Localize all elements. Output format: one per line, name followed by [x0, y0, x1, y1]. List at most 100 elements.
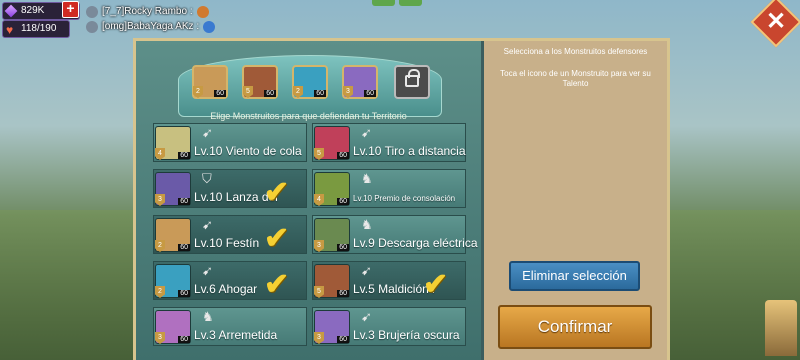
shield-icon: ⛉: [202, 171, 212, 186]
chat-line: [omg]BabaYaga AKz :: [86, 19, 216, 34]
talent-label: Lv.9 Descarga eléctrica: [353, 236, 478, 250]
monster-portrait[interactable]: 5 60: [314, 264, 350, 298]
monster-portrait[interactable]: 4 60: [155, 126, 191, 160]
monster-portrait[interactable]: 3 60: [314, 310, 350, 344]
star-badge: 2: [155, 286, 165, 298]
defender-slot[interactable]: 3 60: [342, 65, 378, 99]
monster-level: 60: [337, 244, 349, 251]
monster-level: 60: [178, 336, 190, 343]
horse-icon: ♞: [202, 309, 214, 324]
bow-icon: ➹: [361, 309, 372, 324]
talent-label: Lv.10 Festín: [194, 236, 260, 250]
star-badge: 3: [314, 240, 324, 252]
talent-label: Lv.10 Tiro a distancia: [353, 144, 466, 158]
chat-preview[interactable]: [7_7]Rocky Rambo : [omg]BabaYaga AKz :: [86, 4, 216, 34]
star-badge: 4: [314, 194, 324, 206]
monster-level: 60: [337, 198, 349, 205]
star-badge: 4: [155, 148, 165, 160]
monster-level: 60: [178, 244, 190, 251]
gem-value: 829K: [21, 5, 45, 16]
horse-icon: ♞: [361, 171, 373, 186]
monster-card[interactable]: 3 60 ♞ Lv.9 Descarga eléctrica: [312, 215, 478, 254]
monster-card[interactable]: 4 60 ➹ Lv.10 Viento de cola: [153, 123, 307, 162]
bow-icon: ➹: [361, 125, 372, 140]
monster-portrait[interactable]: 4 60: [314, 172, 350, 206]
talent-label: Lv.3 Brujería oscura: [353, 328, 460, 342]
monster-card[interactable]: 3 60 ➹ Lv.3 Brujería oscura: [312, 307, 466, 346]
clear-selection-button[interactable]: Eliminar selección: [509, 261, 640, 291]
defender-slot[interactable]: 2 60: [192, 65, 228, 99]
close-icon: ✕: [765, 8, 787, 35]
monster-portrait[interactable]: 5 60: [314, 126, 350, 160]
info-hint: Toca el icono de un Monstruito para ver …: [500, 69, 651, 88]
monster-portrait[interactable]: 3 60: [155, 310, 191, 344]
checkmark-icon: ✔: [264, 222, 290, 255]
monster-level: 60: [178, 198, 190, 205]
monster-list-area: 2 60 5 60 2 60 3 60 Elige Monstruitos para que …: [136, 41, 481, 360]
monster-portrait[interactable]: 3 60: [155, 172, 191, 206]
top-tabs: [372, 0, 422, 6]
chat-user: [omg]BabaYaga AKz :: [102, 21, 200, 32]
top-tab-2[interactable]: [399, 0, 422, 6]
talent-label: Lv.3 Arremetida: [194, 328, 278, 342]
locked-slot[interactable]: [394, 65, 430, 99]
info-title: Selecciona a los Monstruitos defensores: [503, 47, 648, 56]
bow-icon: ➹: [202, 263, 213, 278]
slot-level: 60: [314, 90, 326, 97]
star-badge: 3: [314, 332, 324, 344]
close-button[interactable]: ✕: [750, 0, 800, 48]
top-tab-1[interactable]: [372, 0, 395, 6]
horse-icon: ♞: [361, 217, 373, 232]
chat-emoji-icon: [203, 20, 216, 33]
chat-avatar-icon: [86, 5, 98, 18]
defender-panel: 2 60 5 60 2 60 3 60 Elige Monstruitos para que …: [133, 38, 670, 360]
monster-level: 60: [337, 290, 349, 297]
checkmark-icon: ✔: [423, 268, 449, 301]
gem-icon: [4, 4, 18, 18]
lock-icon: [405, 69, 420, 87]
monster-card[interactable]: 5 60 ➹ Lv.10 Tiro a distancia: [312, 123, 466, 162]
heart-icon: ♥: [6, 23, 14, 37]
confirm-button[interactable]: Confirmar: [498, 305, 652, 349]
monster-card[interactable]: 2 60 ➹ Lv.10 Festín ✔: [153, 215, 307, 254]
star-badge: 5: [314, 148, 324, 160]
talent-label: Lv.10 Viento de cola: [194, 144, 302, 158]
star-badge: 5: [243, 86, 253, 98]
chat-emoji-icon: [196, 5, 209, 18]
monster-card[interactable]: 2 60 ➹ Lv.6 Ahogar ✔: [153, 261, 307, 300]
add-gems-button[interactable]: +: [62, 1, 79, 18]
star-badge: 2: [155, 240, 165, 252]
checkmark-icon: ✔: [264, 176, 290, 209]
star-badge: 3: [155, 332, 165, 344]
castle-icon[interactable]: [765, 300, 797, 356]
info-area: Selecciona a los Monstruitos defensores …: [484, 41, 667, 360]
instruction-text: Elige Monstruitos para que defiendan tu …: [210, 111, 407, 121]
monster-portrait[interactable]: 2 60: [155, 264, 191, 298]
star-badge: 2: [193, 86, 203, 98]
monster-card[interactable]: 3 60 ⛉ Lv.10 Lanza del ✔: [153, 169, 307, 208]
monster-card[interactable]: 3 60 ♞ Lv.3 Arremetida: [153, 307, 307, 346]
monster-portrait[interactable]: 2 60: [155, 218, 191, 252]
checkmark-icon: ✔: [264, 268, 290, 301]
monster-level: 60: [178, 152, 190, 159]
chat-user: [7_7]Rocky Rambo :: [102, 6, 193, 17]
stamina-value: 118/190: [21, 23, 57, 34]
talent-label: Lv.10 Premio de consolación: [353, 194, 456, 203]
defender-slot[interactable]: 5 60: [242, 65, 278, 99]
talent-label: Lv.6 Ahogar: [194, 282, 258, 296]
stamina-counter: ♥ 118/190: [2, 20, 70, 38]
slot-level: 60: [214, 90, 226, 97]
bow-icon: ➹: [202, 217, 213, 232]
star-badge: 5: [314, 286, 324, 298]
monster-card[interactable]: 5 60 ➹ Lv.5 Maldición i ✔: [312, 261, 466, 300]
monster-level: 60: [178, 290, 190, 297]
monster-level: 60: [337, 336, 349, 343]
star-badge: 2: [293, 86, 303, 98]
monster-portrait[interactable]: 3 60: [314, 218, 350, 252]
slot-level: 60: [264, 90, 276, 97]
bow-icon: ➹: [202, 125, 213, 140]
chat-line: [7_7]Rocky Rambo :: [86, 4, 215, 19]
defender-slot[interactable]: 2 60: [292, 65, 328, 99]
monster-card[interactable]: 4 60 ♞ Lv.10 Premio de consolación: [312, 169, 466, 208]
bow-icon: ➹: [361, 263, 372, 278]
